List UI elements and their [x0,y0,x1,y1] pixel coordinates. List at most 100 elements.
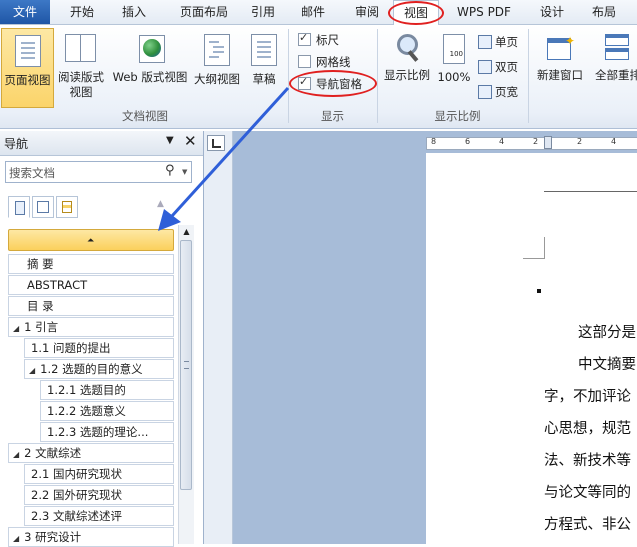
expand-triangle-icon[interactable]: ◢ [13,324,19,333]
nav-heading-item[interactable]: 1.2.2 选题意义 [40,401,174,421]
page-width-icon [478,85,492,99]
gridlines-checkbox[interactable]: 网格线 [298,54,351,70]
search-box[interactable]: 搜索文档 ⚲ ▼ [5,161,192,183]
nav-heading-label: 2.3 文献综述述评 [31,509,122,523]
nav-heading-item[interactable]: 2.2 国外研究现状 [24,485,174,505]
nav-heading-label: 1.2.1 选题目的 [47,383,126,397]
ruler-tick-label: 2 [533,137,539,146]
margin-corner-mark [523,237,545,259]
group-separator [528,29,529,123]
print-layout-view-button[interactable]: 页面视图 [1,28,54,108]
tab-pages[interactable] [32,196,54,218]
nav-heading-item[interactable]: 1.1 问题的提出 [24,338,174,358]
nav-pane-checkbox[interactable]: 导航窗格 [298,75,362,92]
nav-pane-label: 导航窗格 [316,77,362,91]
search-dropdown-icon[interactable]: ▼ [182,168,187,176]
ruler-tick-label: 6 [465,137,471,146]
nav-collapse-bar[interactable]: ⏶ [8,229,174,251]
two-pages-button[interactable]: 双页 [478,59,518,75]
expand-triangle-icon[interactable]: ◢ [13,450,19,459]
arrange-all-button[interactable]: 全部重排 [588,28,637,88]
nav-heading-item[interactable]: 摘 要 [8,254,174,274]
search-input[interactable]: 搜索文档 [9,165,55,181]
ruler-tick-label: 8 [431,137,437,146]
ruler-toggle-button[interactable] [207,135,225,151]
thumbnails-icon [37,201,49,213]
web-layout-button[interactable]: Web 版式视图 [108,28,192,108]
tab-view[interactable]: 视图 [393,0,439,25]
nav-heading-label: 2.1 国内研究现状 [31,467,122,481]
one-page-button[interactable]: 单页 [478,34,518,50]
tab-item-8[interactable]: WPS PDF [448,0,520,24]
one-page-label: 单页 [495,35,518,49]
scroll-up-arrow-icon[interactable]: ▲ [179,225,194,239]
new-window-button[interactable]: ✦ 新建窗口 [532,28,588,88]
ruler-checkbox[interactable]: 标尺 [298,31,339,48]
nav-heading-label: 1.2 选题的目的意义 [40,362,143,376]
nav-heading-label: 1.2.2 选题意义 [47,404,126,418]
page-view-icon [14,35,41,67]
tab-results[interactable] [56,196,78,218]
gridlines-label: 网格线 [316,55,351,69]
arrange-all-label: 全部重排 [595,68,637,82]
indent-marker-icon[interactable] [544,136,552,149]
tab-file[interactable]: 文件 [0,0,50,24]
expand-triangle-icon[interactable]: ◢ [29,366,35,375]
nav-heading-label: 目 录 [27,299,54,313]
close-icon[interactable]: ✕ [184,132,197,150]
nav-heading-item[interactable]: ◢ 1 引言 [8,317,174,337]
tab-item-9[interactable]: 设计 [530,0,574,24]
zoom-100-button[interactable]: 100 100% [436,28,472,88]
scroll-thumb[interactable] [180,240,192,490]
nav-heading-item[interactable]: 目 录 [8,296,174,316]
ribbon: 页面视图 阅读版式 视图 Web 版式视图 大纲视图 草稿 文档视图 标尺 网格… [0,25,637,129]
scroll-up-triangle-icon[interactable]: ▲ [157,199,164,209]
outline-view-button[interactable]: 大纲视图 [192,28,242,108]
nav-heading-item[interactable]: ◢ 3 研究设计 [8,527,174,547]
checkbox-checked-icon [298,75,311,90]
page-width-label: 页宽 [495,85,518,99]
tab-headings[interactable] [8,196,30,218]
nav-heading-item[interactable]: 1.2.1 选题目的 [40,380,174,400]
search-icon[interactable]: ⚲ [165,163,175,178]
page-width-button[interactable]: 页宽 [478,84,518,100]
document-page[interactable]: 这部分是 中文摘要 字，不加评论 心思想，规范 法、新技术等 与论文等同的 方程式、非公 [426,153,637,544]
zoom-button[interactable]: 显示比例 [379,28,435,88]
nav-heading-item[interactable]: ◢ 2 文献综述 [8,443,174,463]
tab-item-3[interactable]: 页面布局 [164,0,244,24]
tab-item-5[interactable]: 邮件 [292,0,334,24]
document-text-line: 法、新技术等 [544,453,631,469]
ruler-tick-label: 4 [611,137,617,146]
outline-icon [204,34,230,66]
tab-item-1[interactable]: 开始 [58,0,106,24]
tab-item-10[interactable]: 布局 [582,0,626,24]
nav-heading-item[interactable]: 2.1 国内研究现状 [24,464,174,484]
nav-heading-item[interactable]: ◢ 1.2 选题的目的意义 [24,359,174,379]
group-label-zoom: 显示比例 [434,109,481,123]
vertical-ruler [204,131,233,544]
nav-heading-label: 1.1 问题的提出 [31,341,111,355]
checkbox-unchecked-icon [298,55,311,68]
group-label-doc-view: 文档视图 [122,109,168,123]
ruler-tick-label: 2 [577,137,583,146]
document-text-line: 字，不加评论 [544,389,631,405]
draft-view-button[interactable]: 草稿 [244,28,284,108]
expand-triangle-icon[interactable]: ◢ [13,534,19,543]
document-text-line: 这部分是 [578,325,636,341]
nav-scrollbar[interactable]: ▲ [178,225,194,544]
new-window-icon: ✦ [545,34,575,62]
tab-item-4[interactable]: 引用 [248,0,278,24]
arrange-all-icon [605,34,631,62]
dropdown-arrow-icon[interactable]: ▼ [166,135,174,146]
header-line [544,191,637,192]
nav-heading-item[interactable]: 2.3 文献综述述评 [24,506,174,526]
zoom-100-icon: 100 [443,34,465,64]
reading-view-icon [65,34,97,64]
document-text-line: 方程式、非公 [544,517,631,533]
nav-heading-item[interactable]: ABSTRACT [8,275,174,295]
tab-item-2[interactable]: 插入 [110,0,158,24]
tab-item-6[interactable]: 审阅 [346,0,388,24]
full-screen-reading-button[interactable]: 阅读版式 视图 [56,28,106,108]
magnifier-icon [392,32,422,64]
nav-heading-item[interactable]: 1.2.3 选题的理论... [40,422,174,442]
